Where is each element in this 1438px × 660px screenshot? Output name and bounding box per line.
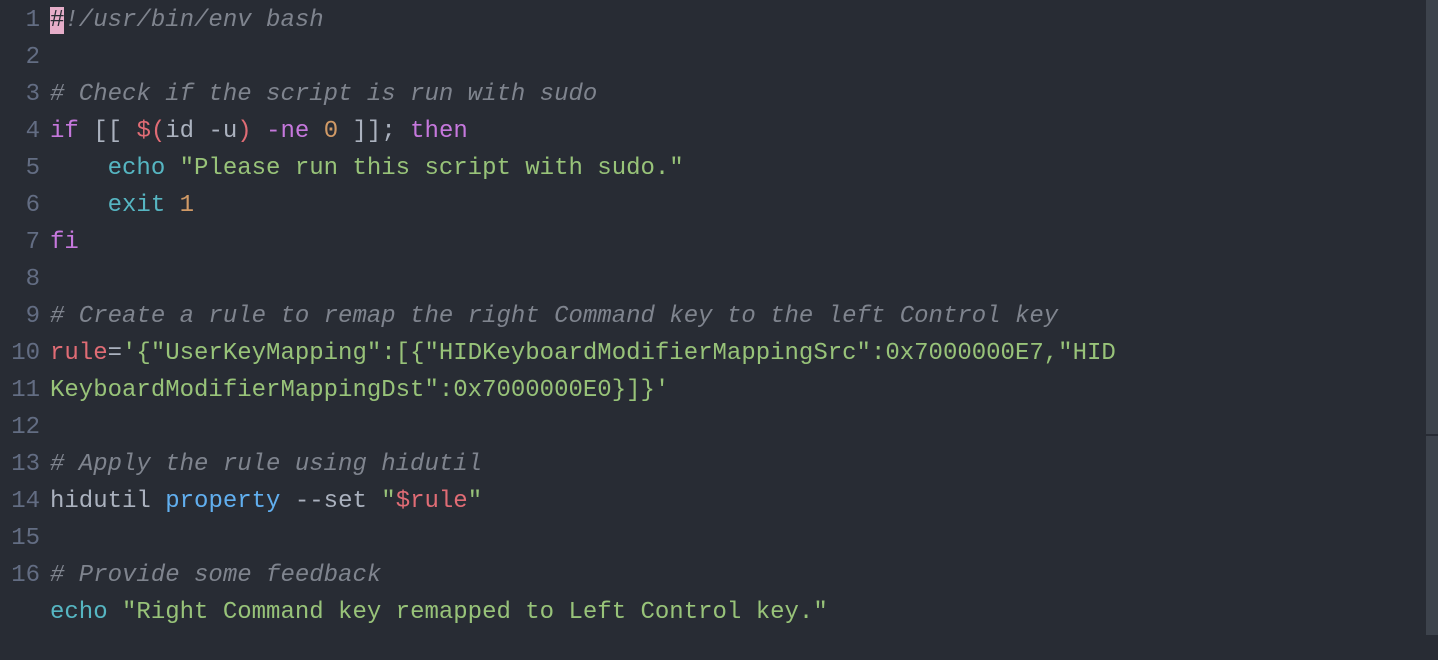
scrollbar-track[interactable]: [1426, 0, 1438, 660]
line-number: 11: [0, 372, 40, 409]
code-line[interactable]: [50, 39, 1438, 76]
code-editor[interactable]: 1 2 3 4 5 6 7 8 9 10 11 12 13 14 15 16 #…: [0, 0, 1438, 660]
string-literal: "Please run this script with sudo.": [180, 155, 684, 182]
code-line[interactable]: exit 1: [50, 187, 1438, 224]
code-line[interactable]: # Provide some feedback: [50, 557, 1438, 594]
line-number: 7: [0, 224, 40, 261]
operator-ne: -ne: [266, 118, 309, 145]
variable-rule-ref: rule: [410, 488, 468, 515]
bracket-open: [[: [93, 118, 136, 145]
line-number: 5: [0, 150, 40, 187]
flag: -u: [208, 118, 237, 145]
line-number: 6: [0, 187, 40, 224]
comment: # Create a rule to remap the right Comma…: [50, 303, 1058, 330]
line-number: 4: [0, 113, 40, 150]
scrollbar-thumb[interactable]: [1426, 436, 1438, 635]
code-line[interactable]: echo "Right Command key remapped to Left…: [50, 594, 1438, 631]
keyword-then: then: [410, 118, 468, 145]
cmd-subst-close: ): [237, 118, 251, 145]
line-number: 2: [0, 39, 40, 76]
subcommand-property: property: [165, 488, 280, 515]
scrollbar-thumb[interactable]: [1426, 0, 1438, 434]
code-line[interactable]: [50, 409, 1438, 446]
comment: # Apply the rule using hidutil: [50, 451, 482, 478]
code-line[interactable]: rule='{"UserKeyMapping":[{"HIDKeyboardMo…: [50, 335, 1130, 409]
builtin-exit: exit: [108, 192, 166, 219]
line-number: 16: [0, 557, 40, 594]
bracket-close: ]]: [353, 118, 382, 145]
comment: # Provide some feedback: [50, 562, 381, 589]
code-line[interactable]: hidutil property --set "$rule": [50, 483, 1438, 520]
line-number: 8: [0, 261, 40, 298]
code-line[interactable]: fi: [50, 224, 1438, 261]
builtin-echo: echo: [50, 599, 108, 626]
line-number: 10: [0, 335, 40, 372]
text-cursor: #: [50, 7, 64, 34]
string-literal: '{"UserKeyMapping":[{"HIDKeyboardModifie…: [50, 340, 1116, 404]
number-one: 1: [180, 192, 194, 219]
line-number-gutter: 1 2 3 4 5 6 7 8 9 10 11 12 13 14 15 16: [0, 0, 40, 660]
variable-rule: rule: [50, 340, 108, 367]
line-number: 12: [0, 409, 40, 446]
quote-open: ": [381, 488, 395, 515]
code-line[interactable]: [50, 520, 1438, 557]
line-number: 14: [0, 483, 40, 520]
command-id: id: [165, 118, 194, 145]
builtin-echo: echo: [108, 155, 166, 182]
quote-close: ": [468, 488, 482, 515]
shebang: !/usr/bin/env bash: [64, 7, 323, 34]
code-line[interactable]: if [[ $(id -u) -ne 0 ]]; then: [50, 113, 1438, 150]
comment: # Check if the script is run with sudo: [50, 81, 597, 108]
line-number: 13: [0, 446, 40, 483]
line-number: 15: [0, 520, 40, 557]
variable-sigil: $: [396, 488, 410, 515]
code-line[interactable]: [50, 261, 1438, 298]
code-line[interactable]: # Apply the rule using hidutil: [50, 446, 1438, 483]
string-literal: "Right Command key remapped to Left Cont…: [122, 599, 828, 626]
flag-set: --set: [295, 488, 367, 515]
number-zero: 0: [324, 118, 338, 145]
line-number: 3: [0, 76, 40, 113]
command-hidutil: hidutil: [50, 488, 151, 515]
code-line[interactable]: #!/usr/bin/env bash: [50, 2, 1438, 39]
code-line[interactable]: # Check if the script is run with sudo: [50, 76, 1438, 113]
code-area[interactable]: #!/usr/bin/env bash # Check if the scrip…: [40, 0, 1438, 660]
line-number: 9: [0, 298, 40, 335]
equals: =: [108, 340, 122, 367]
cmd-subst-open: $(: [136, 118, 165, 145]
code-line[interactable]: echo "Please run this script with sudo.": [50, 150, 1438, 187]
keyword-fi: fi: [50, 229, 79, 256]
line-number: 1: [0, 2, 40, 39]
keyword-if: if: [50, 118, 79, 145]
code-line[interactable]: # Create a rule to remap the right Comma…: [50, 298, 1438, 335]
